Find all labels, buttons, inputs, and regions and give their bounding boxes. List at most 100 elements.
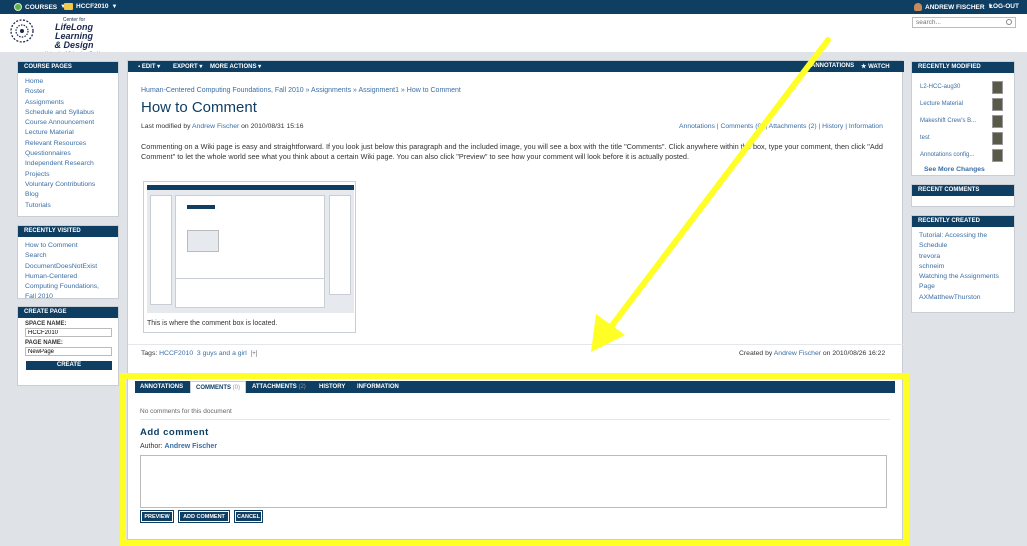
user-menu[interactable]: ANDREW FISCHER ▼ <box>914 3 994 11</box>
list-item: DocumentDoesNotExist <box>25 262 111 272</box>
recently-visited-title: RECENTLY VISITED <box>18 226 118 237</box>
course-pages-panel: COURSE PAGES Home Roster Assignments Schedu… <box>17 61 119 217</box>
top-bar: COURSES ▼ HCCF2010 ▼ ANDREW FISCHER ▼ LO… <box>0 0 1027 14</box>
search-icon[interactable] <box>1006 19 1012 25</box>
modified-page-link[interactable]: test <box>920 135 930 141</box>
search-input[interactable] <box>912 17 1016 28</box>
more-actions-label: MORE ACTIONS <box>210 64 257 70</box>
avatar <box>992 149 1003 162</box>
list-item: Tutorial: Accessing the Schedule <box>919 231 1007 252</box>
recently-created-title: RECENTLY CREATED <box>912 216 1014 227</box>
list-item: Course Announcement <box>25 118 111 128</box>
page-title: How to Comment <box>141 99 257 116</box>
edit-icon: ▪ <box>138 64 141 70</box>
annotations-toggle[interactable]: ANNOTATIONS <box>811 63 854 69</box>
nav-link[interactable]: Voluntary Contributions <box>25 181 95 188</box>
recently-modified-item[interactable]: L2-HCC-aug30 <box>920 81 1010 95</box>
list-item: Blog <box>25 190 111 200</box>
courses-menu[interactable]: COURSES ▼ <box>14 3 66 11</box>
list-item: trevora <box>919 252 1007 262</box>
nav-link[interactable]: Tutorial: Accessing the Schedule <box>919 232 987 249</box>
recently-modified-item[interactable]: test <box>920 132 1010 146</box>
breadcrumb[interactable]: Human-Centered Computing Foundations, Fa… <box>141 87 461 94</box>
nav-link[interactable]: Tutorials <box>25 202 51 209</box>
modified-date: on 2010/08/31 15:16 <box>241 123 304 130</box>
annotations-label: ANNOTATIONS <box>811 63 855 69</box>
nav-link[interactable]: Relevant Resources <box>25 140 86 147</box>
nav-link[interactable]: How to Comment <box>25 242 78 249</box>
create-button[interactable]: CREATE <box>26 361 112 370</box>
recently-modified-item[interactable]: Lecture Material <box>920 98 1010 112</box>
watch-button[interactable]: ★ WATCH <box>861 63 890 70</box>
page-toolbar: ▪ EDIT ▾ EXPORT ▾ MORE ACTIONS ▾ ANNOTAT… <box>128 61 904 72</box>
screenshot-image[interactable]: This is where the comment box is located… <box>143 181 356 333</box>
created-author-link[interactable]: Andrew Fischer <box>774 350 821 357</box>
avatar <box>992 81 1003 94</box>
export-menu[interactable]: EXPORT ▾ <box>173 63 202 70</box>
lifelong-learning-logo-icon[interactable] <box>9 16 35 46</box>
nav-link[interactable]: Independent Research <box>25 160 94 167</box>
edit-menu[interactable]: ▪ EDIT ▾ <box>138 63 160 70</box>
page-name-field[interactable] <box>25 347 112 356</box>
course-menu[interactable]: HCCF2010 ▼ <box>64 3 117 10</box>
more-actions-menu[interactable]: MORE ACTIONS ▾ <box>210 63 261 70</box>
created-by: Created by Andrew Fischer on 2010/08/26 … <box>739 350 885 357</box>
created-date: on 2010/08/26 16:22 <box>822 350 886 357</box>
logout-label: LOG-OUT <box>989 3 1019 10</box>
site-header <box>0 14 1027 52</box>
nav-link[interactable]: Roster <box>25 88 45 95</box>
see-more-changes-link[interactable]: See More Changes <box>924 166 985 173</box>
nav-link[interactable]: Assignments <box>25 99 64 106</box>
course-pages-list: Home Roster Assignments Schedule and Syllab… <box>18 73 118 215</box>
modified-page-link[interactable]: Annotations config... <box>920 152 974 158</box>
nav-link[interactable]: Questionnaires <box>25 150 71 157</box>
content-divider <box>128 344 904 345</box>
nav-link[interactable]: AXMatthewThurston <box>919 294 981 301</box>
star-icon: ★ <box>861 64 867 70</box>
nav-link[interactable]: trevora <box>919 253 940 260</box>
caret-down-icon: ▼ <box>111 3 118 10</box>
nav-link[interactable]: DocumentDoesNotExist <box>25 263 97 270</box>
list-item: Assignments <box>25 98 111 108</box>
logo-text[interactable]: Center for LifeLong Learning & Design Un… <box>38 17 110 55</box>
list-item: Watching the Assignments Page <box>919 272 1007 293</box>
logout-link[interactable]: LOG-OUT <box>989 3 1019 10</box>
space-name-field[interactable] <box>25 328 112 337</box>
modified-prefix: Last modified by <box>141 123 191 130</box>
nav-link[interactable]: Schedule and Syllabus <box>25 109 94 116</box>
globe-icon <box>14 3 22 11</box>
recently-created-list: Tutorial: Accessing the Schedule trevora s… <box>912 227 1014 307</box>
create-page-title: CREATE PAGE <box>18 307 118 318</box>
avatar <box>992 98 1003 111</box>
nav-link[interactable]: Search <box>25 252 47 259</box>
user-name: ANDREW FISCHER <box>925 3 985 11</box>
logo-line2: LifeLong Learning <box>54 22 93 41</box>
last-modified: Last modified by Andrew Fischer on 2010/… <box>141 123 304 130</box>
nav-link[interactable]: Watching the Assignments Page <box>919 273 999 290</box>
add-tag-button[interactable]: [+] <box>251 351 258 357</box>
recently-created-panel: RECENTLY CREATED Tutorial: Accessing the… <box>911 215 1015 313</box>
modified-page-link[interactable]: Lecture Material <box>920 101 963 107</box>
nav-link[interactable]: Lecture Material <box>25 129 74 136</box>
nav-link[interactable]: Blog <box>25 191 39 198</box>
recently-modified-item[interactable]: Annotations config... <box>920 149 1010 163</box>
nav-link[interactable]: Home <box>25 78 43 85</box>
recently-modified-item[interactable]: Makeshift Crew's B... <box>920 115 1010 129</box>
tags-line: Tags: HCCF2010 3 guys and a girl [+] <box>141 350 257 357</box>
modified-author-link[interactable]: Andrew Fischer <box>192 123 239 130</box>
watch-label: WATCH <box>868 64 890 70</box>
nav-link[interactable]: Human-Centered Computing Foundations, Fa… <box>25 273 99 301</box>
page-name-label: PAGE NAME: <box>25 340 63 346</box>
logo-line3: & Design <box>54 40 94 50</box>
tag-link[interactable]: 3 guys and a girl <box>197 350 247 357</box>
nav-link[interactable]: Course Announcement <box>25 119 94 126</box>
screenshot-thumbnail <box>147 185 354 313</box>
modified-page-link[interactable]: L2-HCC-aug30 <box>920 84 960 90</box>
page-meta-links[interactable]: Annotations | Comments (0) | Attachments… <box>679 123 883 130</box>
tag-link[interactable]: HCCF2010 <box>159 350 193 357</box>
nav-link[interactable]: schneim <box>919 263 944 270</box>
nav-link[interactable]: Projects <box>25 171 50 178</box>
modified-page-link[interactable]: Makeshift Crew's B... <box>920 118 976 124</box>
course-code-label: HCCF2010 <box>76 3 109 10</box>
recently-visited-panel: RECENTLY VISITED How to Comment Search Doc… <box>17 225 119 301</box>
